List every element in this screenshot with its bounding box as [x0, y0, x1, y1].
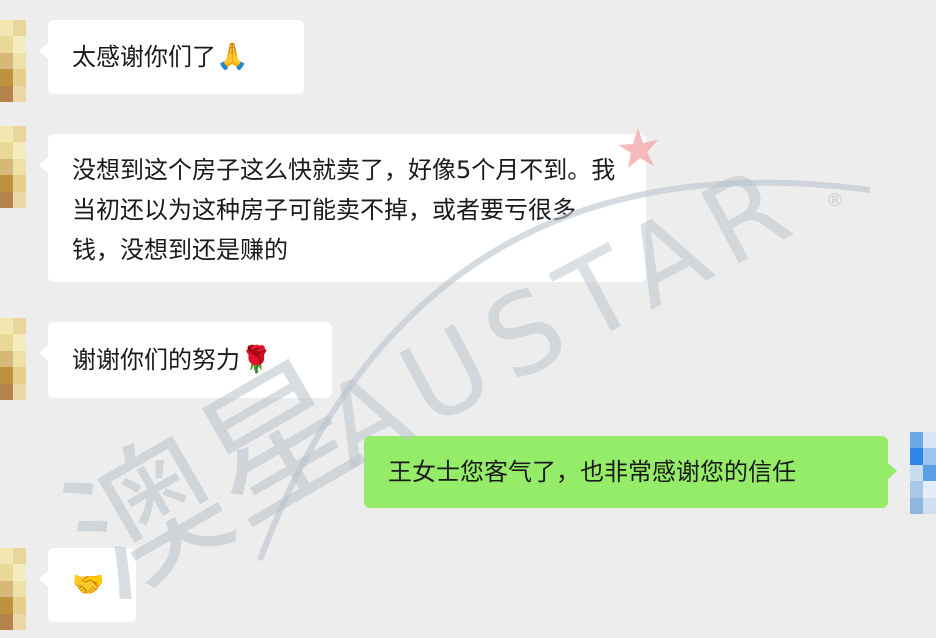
message-bubble-incoming[interactable]: 没想到这个房子这么快就卖了，好像5个月不到。我当初还以为这种房子可能卖不掉，或者…: [39, 134, 646, 282]
message-bubble-incoming[interactable]: 🤝: [39, 548, 136, 622]
contact-avatar[interactable]: [0, 318, 26, 400]
contact-avatar[interactable]: [0, 20, 26, 102]
praying-hands-emoji-icon: 🙏: [216, 42, 249, 72]
message-bubble-incoming[interactable]: 太感谢你们了🙏: [39, 20, 304, 94]
handshake-emoji-icon: 🤝: [72, 570, 105, 600]
message-bubble-outgoing[interactable]: 王女士您客气了，也非常感谢您的信任: [364, 436, 897, 508]
contact-avatar[interactable]: [0, 548, 26, 630]
austar-watermark: 澳星 AUSTAR ®: [41, 128, 871, 631]
message-text: 谢谢你们的努力: [72, 346, 240, 374]
rose-emoji-icon: 🌹: [240, 345, 273, 375]
message-text: 没想到这个房子这么快就卖了，好像5个月不到。我当初还以为这种房子可能卖不掉，或者…: [72, 156, 616, 264]
message-bubble-incoming[interactable]: 谢谢你们的努力🌹: [39, 322, 332, 398]
message-text: 太感谢你们了: [72, 43, 216, 71]
watermark-registered: ®: [826, 190, 844, 211]
message-text: 王女士您客气了，也非常感谢您的信任: [388, 458, 796, 486]
contact-avatar[interactable]: [0, 126, 26, 208]
self-avatar[interactable]: [910, 432, 936, 514]
